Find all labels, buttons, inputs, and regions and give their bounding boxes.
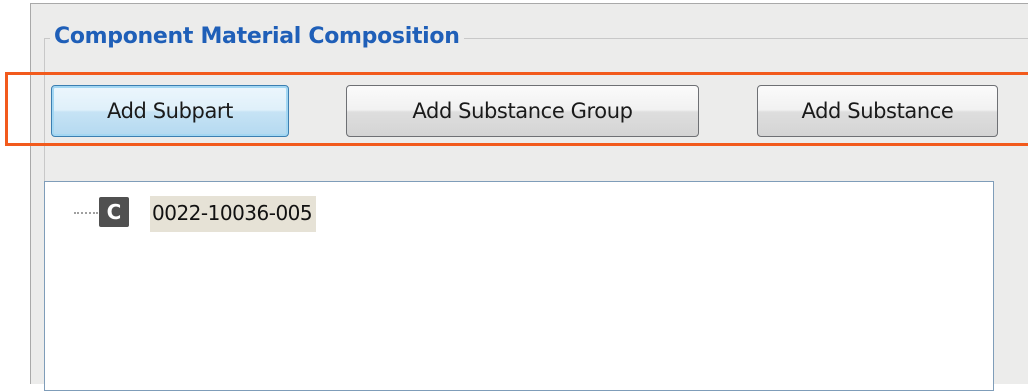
groupbox-title: Component Material Composition: [50, 20, 464, 54]
add-substance-button[interactable]: Add Substance: [757, 85, 998, 137]
tree-node-label[interactable]: 0022-10036-005: [150, 196, 317, 232]
component-icon: C: [99, 197, 129, 227]
tree-connector-line: [74, 212, 98, 214]
add-substance-group-button[interactable]: Add Substance Group: [346, 85, 699, 137]
add-subpart-button[interactable]: Add Subpart: [51, 85, 289, 137]
